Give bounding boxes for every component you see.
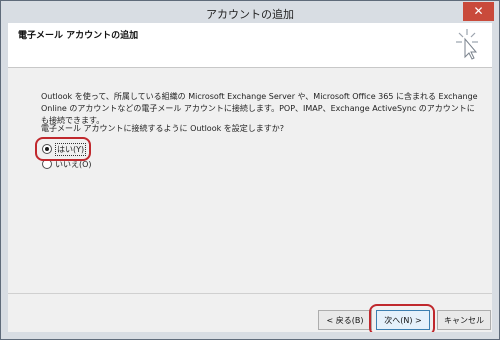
wizard-client-area: 電子メール アカウントの追加 Outlook を使って、所属している組織の Mi… — [8, 23, 492, 336]
window-bottom-border — [1, 332, 499, 339]
title-bar: アカウントの追加 ✕ — [1, 1, 499, 23]
back-button[interactable]: < 戻る(B) — [318, 310, 372, 330]
footer-divider — [8, 293, 492, 294]
setup-question: 電子メール アカウントに接続するように Outlook を設定しますか? — [41, 124, 285, 133]
header-title: 電子メール アカウントの追加 — [18, 31, 139, 41]
add-account-window: アカウントの追加 ✕ 電子メール アカウントの追加 Outlook を使って、所… — [0, 0, 500, 340]
highlight-oval-yes — [35, 137, 91, 161]
cancel-button[interactable]: キャンセル — [437, 310, 491, 330]
close-button[interactable]: ✕ — [463, 2, 494, 21]
description-text: Outlook を使って、所属している組織の Microsoft Exchang… — [41, 92, 478, 125]
wizard-sparkle-icon — [456, 29, 478, 60]
wizard-header: 電子メール アカウントの追加 — [8, 23, 492, 68]
window-title: アカウントの追加 — [206, 8, 294, 21]
